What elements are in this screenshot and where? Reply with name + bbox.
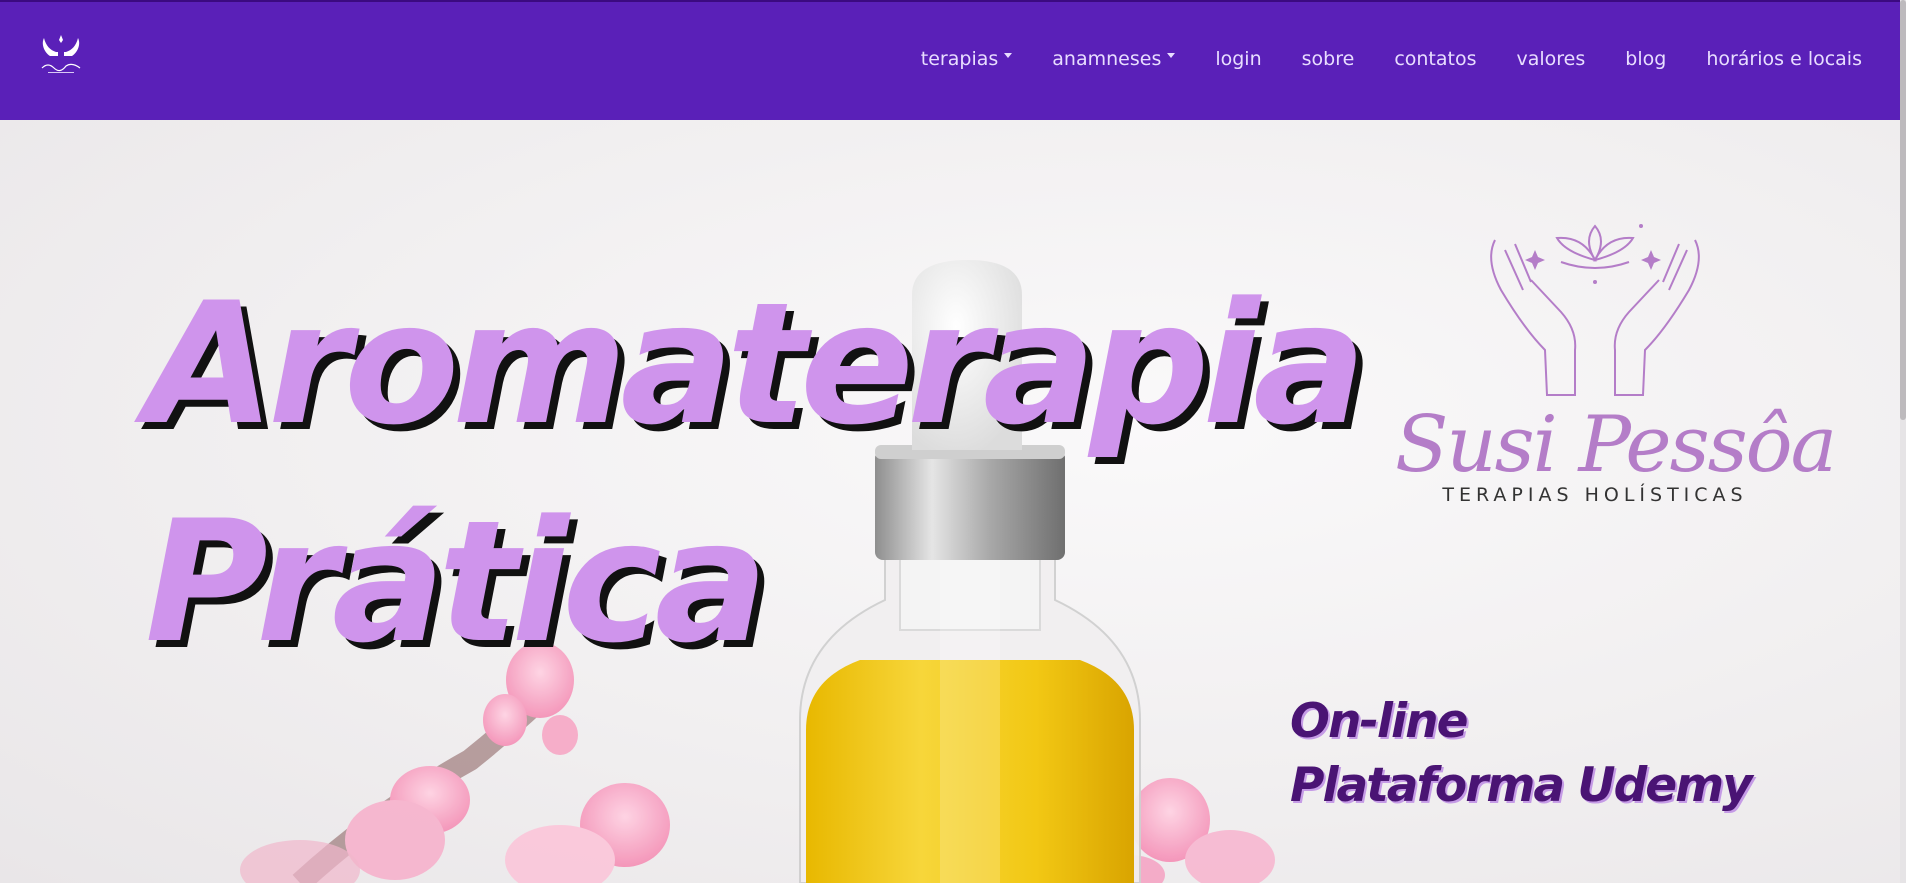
nav-item-horarios-e-locais[interactable]: horários e locais <box>1706 48 1862 70</box>
scrollbar-thumb[interactable] <box>1900 0 1906 420</box>
nav-item-anamneses[interactable]: anamneses <box>1052 48 1176 70</box>
nav-item-contatos[interactable]: contatos <box>1394 48 1476 70</box>
hero-subline: On-line Plataforma Udemy <box>1290 690 1753 818</box>
caret-down-icon <box>1167 52 1176 58</box>
lotus-hands-logo-icon <box>1490 224 1700 396</box>
nav-item-login[interactable]: login <box>1215 48 1261 70</box>
hero-banner: Aromaterapia Prática Susi Pessôa TERAPIA… <box>0 120 1900 883</box>
top-navbar: terapias anamneses login sobre contatos … <box>0 0 1900 120</box>
headline-line-1: Aromaterapia <box>145 266 1366 462</box>
brand-name: Susi Pessôa <box>1395 400 1837 490</box>
nav-item-terapias[interactable]: terapias <box>920 48 1013 70</box>
nav-item-valores[interactable]: valores <box>1517 48 1586 70</box>
hands-logo-icon[interactable] <box>36 32 86 78</box>
page-scrollbar[interactable] <box>1900 0 1906 883</box>
nav-item-sobre[interactable]: sobre <box>1302 48 1355 70</box>
brand-block: Susi Pessôa TERAPIAS HOLÍSTICAS <box>1395 220 1837 580</box>
headline-line-2: Prática <box>145 484 768 680</box>
nav-item-label: anamneses <box>1052 48 1162 70</box>
hero-headline: Aromaterapia Prática <box>145 255 1366 691</box>
subline-line-1: On-line <box>1290 694 1468 749</box>
caret-down-icon <box>1004 52 1013 58</box>
brand-tagline: TERAPIAS HOLÍSTICAS <box>1442 484 1748 506</box>
subline-line-2: Plataforma Udemy <box>1290 758 1753 813</box>
nav-item-blog[interactable]: blog <box>1625 48 1666 70</box>
nav-links: terapias anamneses login sobre contatos … <box>881 48 1862 70</box>
nav-item-label: terapias <box>920 48 999 70</box>
